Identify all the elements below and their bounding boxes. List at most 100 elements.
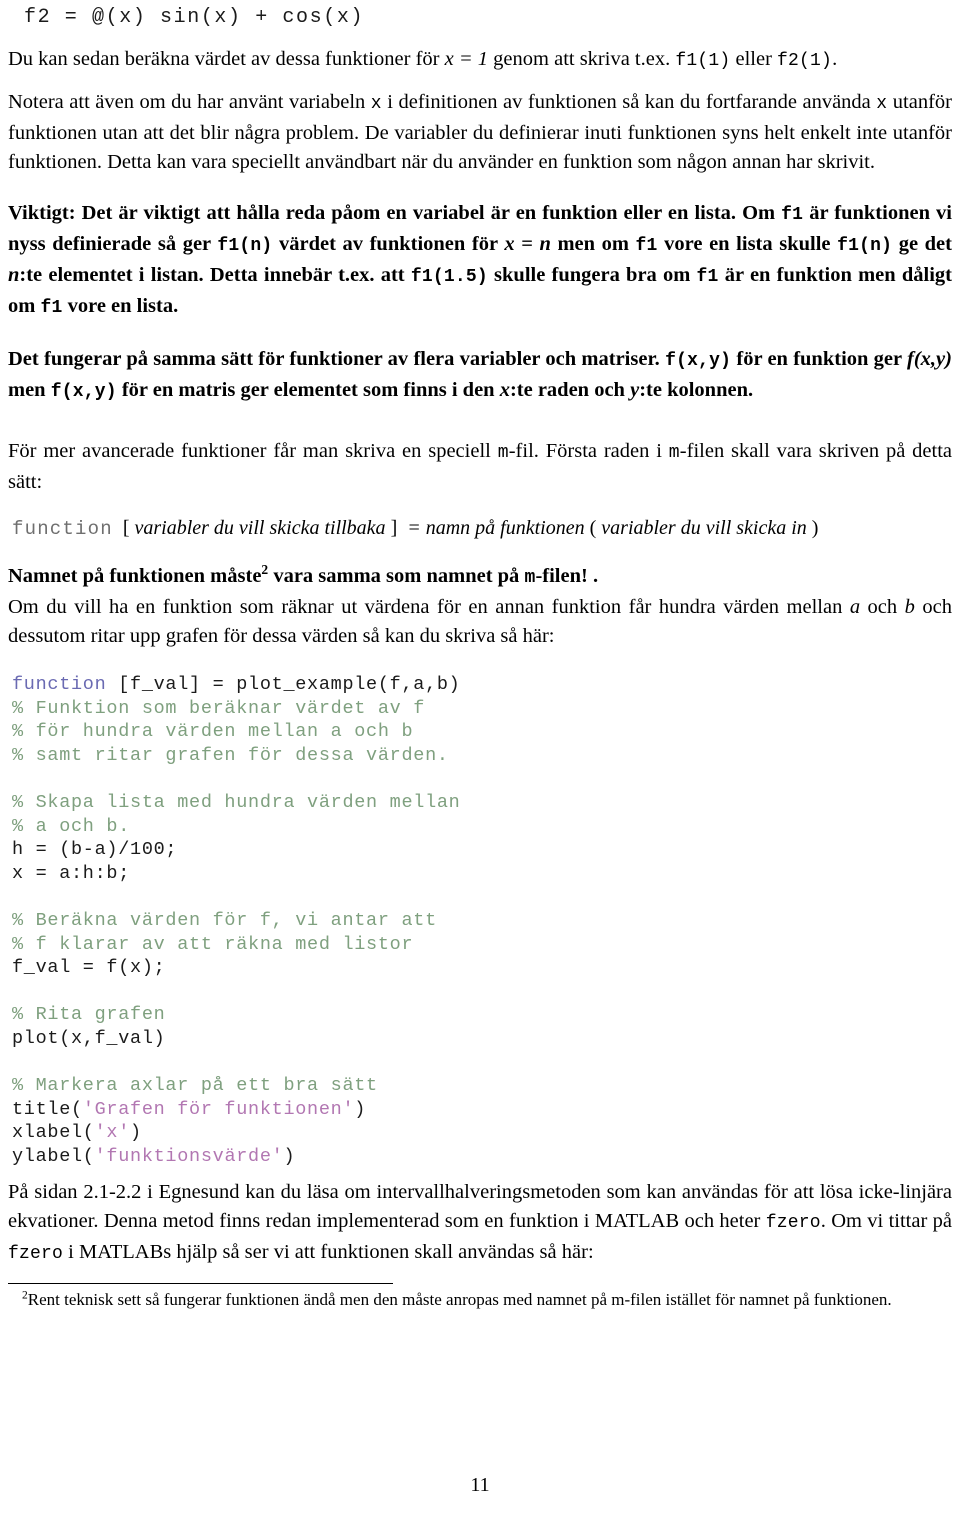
code-comment: % Funktion som beräknar värdet av f <box>12 697 426 719</box>
p8-text-3: i MATLABs hjälp så ser vi att funktionen… <box>63 1241 594 1264</box>
p6-text-1: Namnet på funktionen måste <box>8 565 262 587</box>
p3-text-1: Viktigt: Det är viktigt att hålla reda p… <box>8 202 782 224</box>
code-string: 'x' <box>94 1122 131 1144</box>
matlab-code-block: function [f_val] = plot_example(f,a,b)% … <box>8 673 952 1168</box>
p8-code-fzero-2: fzero <box>8 1244 64 1265</box>
p3-code-f1-d: f1 <box>40 298 63 318</box>
code-string: 'funktionsvärde' <box>94 1145 284 1167</box>
p1-text-3: eller <box>730 48 778 70</box>
page-content: f2 = @(x) sin(x) + cos(x) Du kan sedan b… <box>0 0 960 1312</box>
p5-text-2: -fil. Första raden i <box>508 440 669 462</box>
code-text: xlabel( <box>12 1122 95 1144</box>
document-page: f2 = @(x) sin(x) + cos(x) Du kan sedan b… <box>0 0 960 1515</box>
code-line: % f klarar av att räkna med listor <box>12 933 952 957</box>
code-text: plot(x,f_val) <box>12 1027 166 1049</box>
code-line: % Beräkna värden för f, vi antar att <box>12 909 952 933</box>
p1-text-2: genom att skriva t.ex. <box>488 48 676 70</box>
code-line: % samt ritar grafen för dessa värden. <box>12 744 952 768</box>
code-string: 'Grafen för funktionen' <box>82 1098 355 1120</box>
p1-code-f2: f2(1) <box>777 51 833 71</box>
p5-code-m-2: m <box>668 443 680 463</box>
p3-math-x-equals-n: x = n <box>504 233 551 255</box>
paragraph-fzero: På sidan 2.1-2.2 i Egnesund kan du läsa … <box>8 1178 952 1269</box>
paragraph-variable-scope: Notera att även om du har använt variabe… <box>8 88 952 177</box>
code-line: % Skapa lista med hundra värden mellan <box>12 791 952 815</box>
paragraph-name-must-match: Namnet på funktionen måste2 vara samma s… <box>8 562 952 593</box>
code-line: title('Grafen för funktionen') <box>12 1098 952 1122</box>
p4-text-5: :te raden och <box>509 379 631 401</box>
code-comment: % Rita grafen <box>12 1004 166 1026</box>
top-code-line: f2 = @(x) sin(x) + cos(x) <box>24 6 365 29</box>
code-comment: % samt ritar grafen för dessa värden. <box>12 744 449 766</box>
paragraph-hundred-values-example: Om du vill ha en funktion som räknar ut … <box>8 593 952 651</box>
code-line: function [f_val] = plot_example(f,a,b) <box>12 673 952 697</box>
p3-code-f1n-a: f1(n) <box>217 236 273 256</box>
p3-code-f1-b: f1 <box>635 236 658 256</box>
code-text: [f_val] = plot_example(f,a,b) <box>106 674 461 695</box>
code-text: f_val = f(x); <box>12 957 166 979</box>
code-comment: % Beräkna värden för f, vi antar att <box>12 909 437 931</box>
footnote-separator-rule <box>8 1283 393 1285</box>
p3-code-f1-1point5: f1(1.5) <box>410 267 488 287</box>
code-text: x = a:h:b; <box>12 862 131 884</box>
code-comment: % för hundra värden mellan a och b <box>12 721 414 743</box>
p3-math-n: n <box>8 264 20 286</box>
p3-text-5: vore en lista skulle <box>657 233 838 255</box>
code-comment: % f klarar av att räkna med listor <box>12 933 414 955</box>
p4-code-fxy-1: f(x,y) <box>665 351 732 371</box>
signature-function-name: namn på funktionen <box>425 517 585 539</box>
p3-text-10: vore en lista. <box>62 295 179 317</box>
p3-text-8: skulle fungera bra om <box>487 264 697 286</box>
p8-code-fzero-1: fzero <box>765 1213 821 1234</box>
function-signature-template: function [ variabler du vill skicka till… <box>8 517 952 540</box>
paragraph-important-function-vs-list: Viktigt: Det är viktigt att hålla reda p… <box>8 199 952 323</box>
code-line: x = a:h:b; <box>12 862 952 886</box>
p3-code-f1-c: f1 <box>696 267 719 287</box>
p6-text-2: vara samma som namnet på <box>268 565 525 587</box>
p3-text-4: men om <box>550 233 636 255</box>
p2-code-x-1: x <box>370 94 382 114</box>
p3-code-f1n-b: f1(n) <box>837 236 893 256</box>
signature-close-paren: ) <box>811 517 819 539</box>
p3-code-f1-a: f1 <box>781 205 804 225</box>
p7-math-b: b <box>904 596 915 618</box>
code-text: ) <box>354 1098 367 1120</box>
footnote-text: 2Rent teknisk sett så fungerar funktione… <box>8 1288 952 1312</box>
signature-output-args: variabler du vill skicka tillbaka <box>134 517 386 539</box>
p3-text-7: :te elementet i listan. Detta innebär t.… <box>19 264 411 286</box>
code-text: title( <box>12 1098 83 1120</box>
p3-text-6: ge det <box>892 233 952 255</box>
code-text: ) <box>130 1122 142 1144</box>
p4-text-1: Det fungerar på samma sätt för funktione… <box>8 348 666 370</box>
signature-equals: = <box>407 517 421 539</box>
paragraph-mfile-intro: För mer avancerade funktioner får man sk… <box>8 437 952 497</box>
paragraph-evaluate-functions: Du kan sedan beräkna värdet av dessa fun… <box>8 45 952 76</box>
p1-text-4: . <box>832 48 838 70</box>
p6-code-m: m <box>524 568 536 588</box>
p4-text-6: :te kolonnen. <box>639 379 754 401</box>
code-comment: % Markera axlar på ett bra sätt <box>12 1075 378 1097</box>
paragraph-multivariable-matrices: Det fungerar på samma sätt för funktione… <box>8 345 952 407</box>
signature-open-bracket: [ <box>122 517 130 539</box>
p4-math-x: x <box>499 379 510 401</box>
p2-text-2: i definitionen av funktionen så kan du f… <box>381 91 877 113</box>
signature-input-args: variabler du vill skicka in <box>601 517 807 539</box>
p7-math-a: a <box>849 596 861 618</box>
p4-math-y: y <box>630 379 640 401</box>
code-text: ylabel( <box>12 1145 95 1167</box>
code-line: plot(x,f_val) <box>12 1027 952 1051</box>
p4-text-4: för en matris ger elementet som finns i … <box>116 379 500 401</box>
p2-text-1: Notera att även om du har använt variabe… <box>8 91 371 113</box>
p5-code-m-1: m <box>497 443 509 463</box>
code-line: % för hundra värden mellan a och b <box>12 720 952 744</box>
p5-text-1: För mer avancerade funktioner får man sk… <box>8 440 498 462</box>
p1-code-f1: f1(1) <box>675 51 731 71</box>
code-line: xlabel('x') <box>12 1121 952 1145</box>
code-line: % Funktion som beräknar värdet av f <box>12 697 952 721</box>
p4-math-f-of-x-y: f(x,y) <box>907 348 952 370</box>
